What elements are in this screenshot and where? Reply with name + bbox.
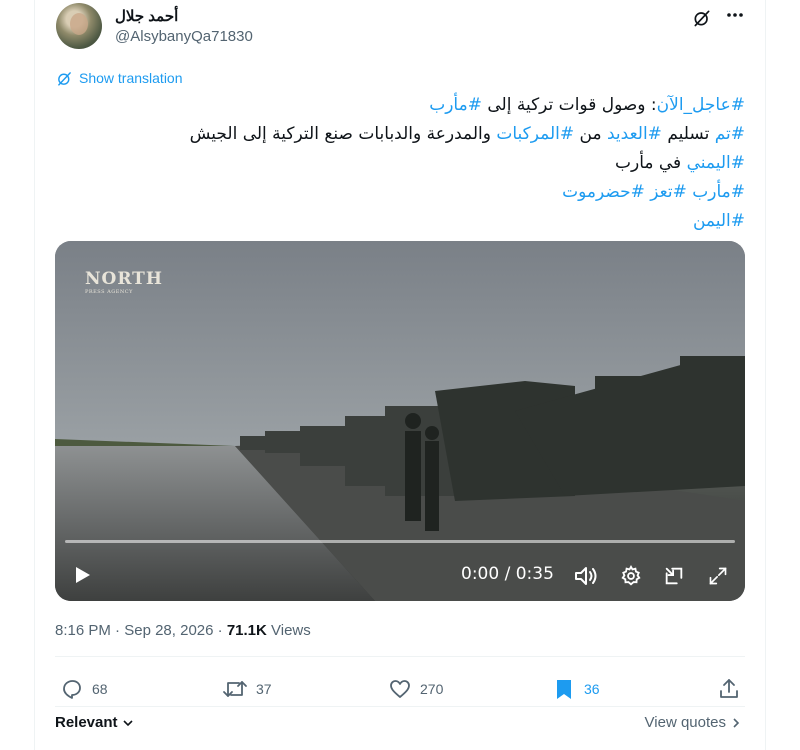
tweet-line: #اليمن: [55, 207, 745, 236]
tweet-text-segment: تسليم: [661, 124, 715, 144]
bookmark-count: 36: [584, 681, 600, 697]
watermark-text: NORTH: [85, 269, 163, 289]
hashtag-link[interactable]: #عاجل_الآن: [657, 95, 745, 115]
show-translation-link[interactable]: Show translation: [56, 68, 183, 88]
settings-gear-icon[interactable]: [618, 563, 644, 589]
view-quotes-link[interactable]: View quotes: [645, 714, 742, 731]
more-options-icon[interactable]: [724, 4, 746, 26]
meta-separator: ·: [110, 622, 125, 639]
share-button[interactable]: [717, 676, 741, 702]
hashtag-link[interactable]: #العديد: [607, 124, 662, 144]
watermark-logo: NORTH PRESS AGENCY: [85, 269, 163, 295]
bookmark-icon: [557, 680, 571, 699]
tweet-meta: 8:16 PM · Sep 28, 2026 · 71.1K Views: [55, 622, 311, 639]
tweet-line: #عاجل_الآن: وصول قوات تركية إلى #مأرب: [55, 91, 745, 120]
views-label: Views: [266, 622, 311, 639]
hashtag-link[interactable]: #حضرموت: [562, 182, 645, 202]
tweet-line: #تم تسليم #العديد من #المركبات والمدرعة …: [55, 120, 745, 149]
hashtag-link[interactable]: #اليمني: [687, 153, 745, 173]
show-translation-label: Show translation: [79, 70, 183, 86]
tweet-line: #مأرب #تعز #حضرموت: [55, 178, 745, 207]
heart-icon: [390, 680, 410, 698]
author-display-name[interactable]: أحمد جلال: [115, 7, 178, 25]
tweet-text-segment: والمدرعة والدبابات صنع التركية إلى الجيش: [189, 124, 497, 144]
tweet-text-segment: في مأرب: [614, 153, 687, 173]
video-time: 0:00 / 0:35: [461, 564, 554, 584]
volume-icon[interactable]: [573, 563, 599, 589]
divider-top: [55, 656, 745, 657]
hashtag-link[interactable]: #تعز: [650, 182, 687, 202]
watermark-subtext: PRESS AGENCY: [85, 289, 133, 295]
like-button[interactable]: 270: [388, 676, 443, 702]
hashtag-link[interactable]: #تم: [715, 124, 745, 144]
hashtag-link[interactable]: #اليمن: [693, 211, 745, 231]
bookmark-button[interactable]: 36: [552, 676, 600, 702]
repost-icon: [223, 681, 247, 697]
hashtag-link[interactable]: #المركبات: [496, 124, 574, 144]
like-count: 270: [420, 681, 444, 697]
author-handle[interactable]: @AlsybanyQa71830: [115, 28, 253, 45]
tweet-date[interactable]: Sep 28, 2026: [124, 622, 213, 639]
grok-icon[interactable]: [690, 6, 714, 30]
view-quotes-label: View quotes: [644, 714, 726, 731]
repost-button[interactable]: 37: [222, 676, 272, 702]
picture-in-picture-icon[interactable]: [661, 563, 687, 589]
hashtag-link[interactable]: #مأرب: [692, 182, 745, 202]
tweet-text-segment: من: [574, 124, 607, 144]
hashtag-link[interactable]: #مأرب: [429, 95, 482, 115]
chevron-right-icon: [733, 717, 740, 728]
tweet-text: #عاجل_الآن: وصول قوات تركية إلى #مأرب #تم…: [55, 91, 745, 236]
sort-relevant-dropdown[interactable]: Relevant: [55, 714, 134, 731]
reply-icon: [63, 680, 81, 699]
progress-bar[interactable]: [65, 540, 735, 543]
play-icon[interactable]: [71, 563, 95, 587]
fullscreen-icon[interactable]: [705, 563, 731, 589]
reply-count: 68: [92, 681, 108, 697]
avatar[interactable]: [56, 3, 102, 49]
video-controls: 0:00 / 0:35: [55, 551, 745, 601]
tweet-time[interactable]: 8:16 PM: [55, 622, 111, 639]
video-player[interactable]: NORTH PRESS AGENCY 0:00 / 0:35: [55, 241, 745, 601]
share-icon: [720, 679, 738, 698]
views-count: 71.1K: [226, 622, 267, 639]
video-frame-image: [55, 241, 745, 601]
divider-bottom: [55, 706, 745, 707]
tweet-text-segment: : وصول قوات تركية إلى: [481, 95, 657, 115]
reply-button[interactable]: 68: [60, 676, 108, 702]
sort-label: Relevant: [55, 714, 118, 731]
chevron-down-icon: [122, 719, 133, 726]
translate-icon: [58, 71, 71, 86]
tweet-line: #اليمني في مأرب: [55, 149, 745, 178]
meta-separator-2: ·: [213, 622, 227, 639]
repost-count: 37: [256, 681, 272, 697]
